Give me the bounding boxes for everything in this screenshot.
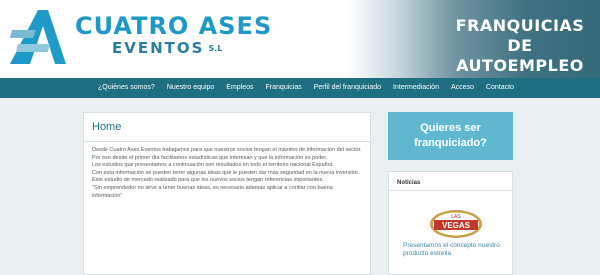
logo-subtitle: EVENTOS S.L: [112, 40, 222, 57]
paragraph: Este estudio de mercado realizado para q…: [92, 177, 324, 184]
nav-item-contacto[interactable]: Contacto: [480, 78, 520, 98]
news-panel: Noticias LAS VEGAS Presentamos el concep…: [388, 171, 513, 275]
logo-suffix: S.L: [208, 43, 223, 53]
main-navigation: ¿Quiénes somos? Nuestro equipo Empleos F…: [0, 78, 600, 98]
cuatro-ases-logo-icon[interactable]: [8, 8, 68, 66]
main-content-panel: Home Desde Cuatro Ases Eventos trabajamo…: [83, 112, 371, 275]
nav-item-intermediacion[interactable]: Intermediación: [387, 78, 445, 98]
paragraph: "Sin emprendedor no sirve a tener buenas…: [92, 184, 333, 199]
nav-item-empleos[interactable]: Empleos: [220, 78, 259, 98]
become-franchisee-button[interactable]: Quieres ser franquiciado?: [388, 112, 513, 160]
nav-item-quienes-somos[interactable]: ¿Quiénes somos?: [92, 78, 161, 98]
page-title: Home: [92, 121, 122, 133]
news-heading: Noticias: [397, 180, 421, 186]
paragraph: Desde Cuatro Ases Eventos trabajamos par…: [92, 147, 362, 153]
nav-items: ¿Quiénes somos? Nuestro equipo Empleos F…: [92, 78, 520, 98]
site-header: CUATRO ASES EVENTOS S.L FRANQUICIAS DE AU…: [0, 0, 600, 78]
tagline-line-1: FRANQUICIAS DE: [455, 16, 585, 55]
tagline-line-2: AUTOEMPLEO: [456, 56, 584, 75]
news-link[interactable]: Presentamos el concepto nuestro producto…: [403, 242, 507, 258]
nav-item-nuestro-equipo[interactable]: Nuestro equipo: [161, 78, 220, 98]
header-tagline: FRANQUICIAS DE AUTOEMPLEO: [455, 16, 585, 76]
nav-item-franquicias[interactable]: Franquicias: [260, 78, 308, 98]
title-divider: [84, 141, 370, 142]
logo-subtitle-text: EVENTOS: [112, 39, 205, 57]
nav-item-acceso[interactable]: Acceso: [445, 78, 480, 98]
news-divider: [389, 190, 512, 191]
cta-line-2: franquiciado?: [414, 137, 487, 149]
las-vegas-sign-icon[interactable]: LAS VEGAS: [428, 207, 484, 241]
main-body-text: Desde Cuatro Ases Eventos trabajamos par…: [92, 147, 364, 200]
paragraph: Con esta información se pueden tener alg…: [92, 169, 360, 176]
news-logo-text: VEGAS: [442, 221, 471, 230]
paragraph: Los estudios que presentamos a continuac…: [92, 162, 334, 169]
cta-line-1: Quieres ser: [420, 122, 481, 134]
paragraph: Por eso desde el primer día facilitamos …: [92, 154, 328, 161]
logo-title: CUATRO ASES: [75, 12, 273, 40]
nav-item-perfil-franquiciado[interactable]: Perfil del franquiciado: [308, 78, 387, 98]
news-logo-top-text: LAS: [451, 214, 461, 220]
